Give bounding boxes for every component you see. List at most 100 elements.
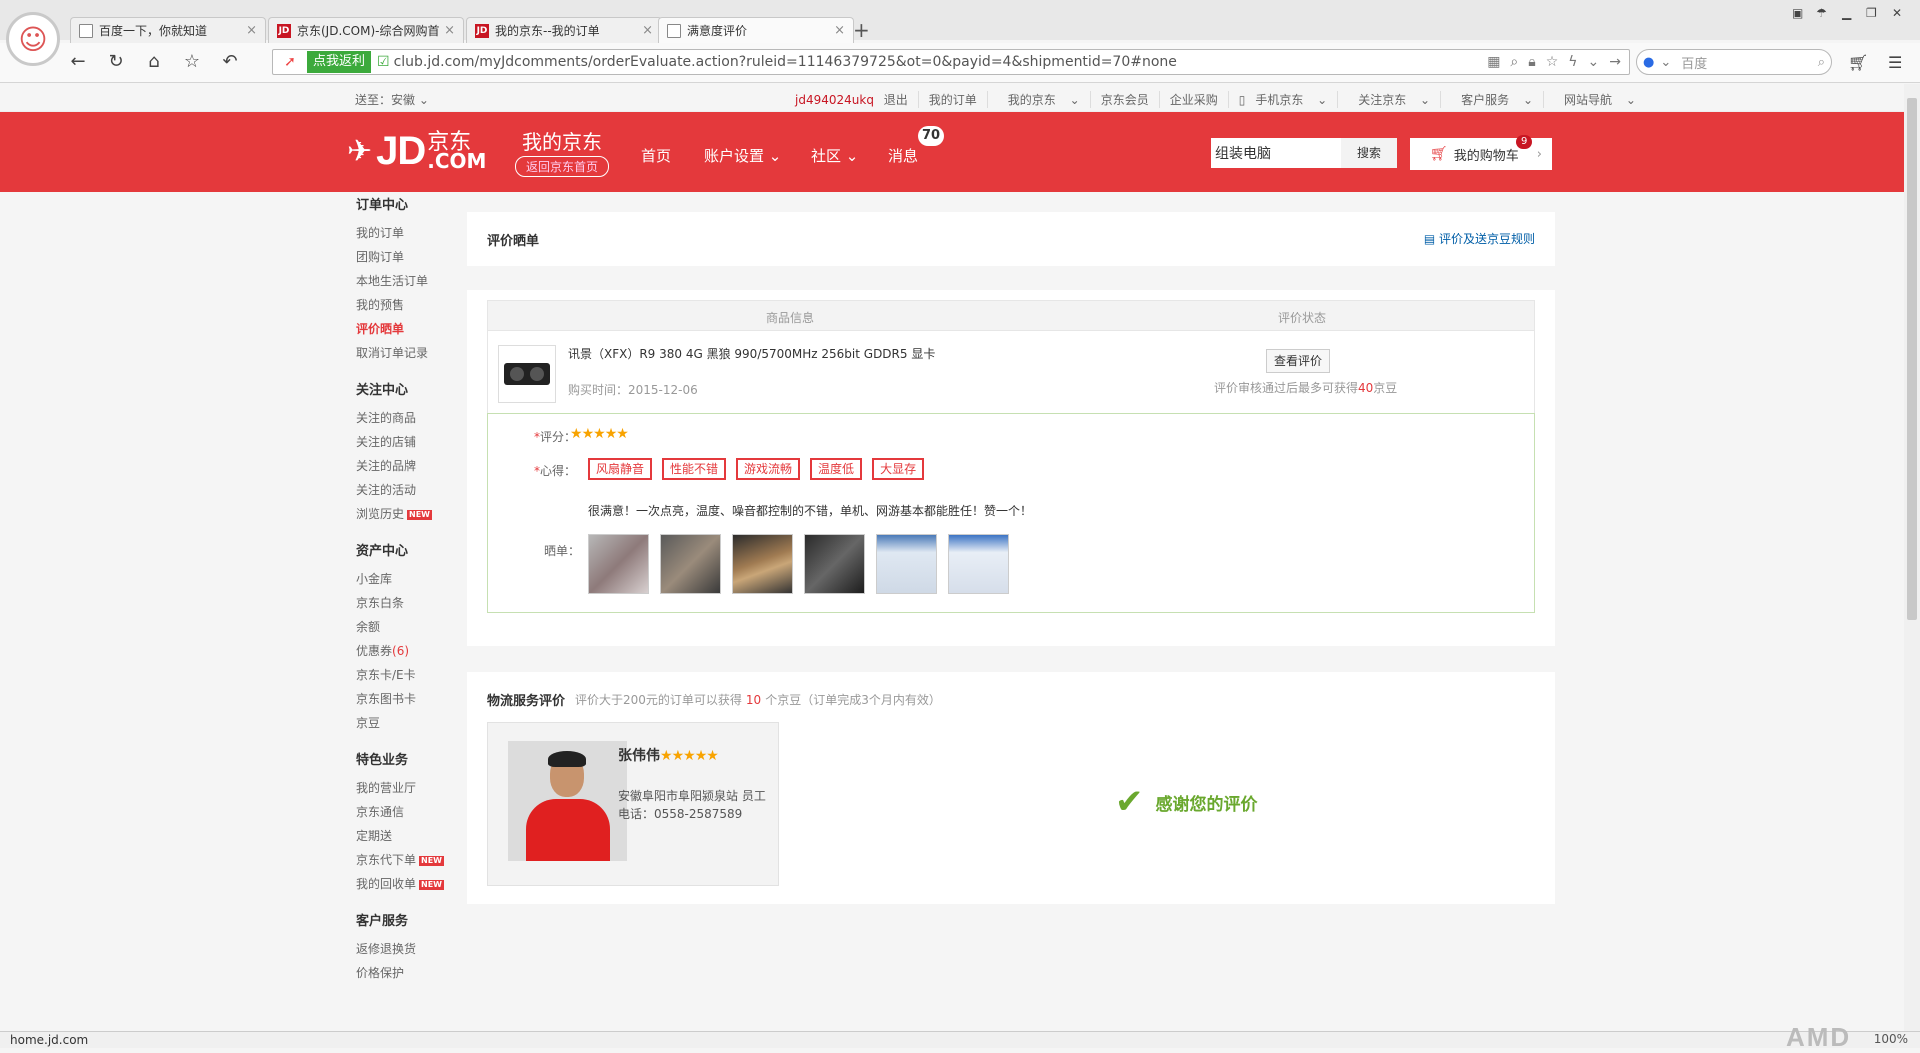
sidebar-item[interactable]: 关注的店铺 <box>356 430 456 454</box>
sidebar-item[interactable]: 关注的品牌 <box>356 454 456 478</box>
chevron-down-icon[interactable]: ⌄ <box>1660 55 1671 70</box>
sidebar-item[interactable]: 取消订单记录 <box>356 341 456 365</box>
bookmark-star-icon[interactable]: ☆ <box>1546 54 1559 70</box>
sidebar-item[interactable]: 返修退换货 <box>356 937 456 961</box>
back-home-button[interactable]: 返回京东首页 <box>515 156 610 177</box>
product-image[interactable] <box>498 345 556 403</box>
page-search-icon[interactable]: ⌕ <box>1510 54 1518 70</box>
sidebar-item[interactable]: 浏览历史 NEW <box>356 502 456 526</box>
sidebar-item[interactable]: 本地生活订单 <box>356 269 456 293</box>
search-engine-input[interactable]: 百度 <box>1681 53 1817 72</box>
sidebar-item[interactable]: 关注的商品 <box>356 406 456 430</box>
review-photo[interactable] <box>660 534 721 594</box>
review-photo[interactable] <box>588 534 649 594</box>
rocket-icon[interactable]: ➚ <box>273 54 307 70</box>
search-icon[interactable]: ⌕ <box>1818 55 1825 70</box>
star-icon: ★ <box>660 748 673 764</box>
nav-messages[interactable]: 消息 <box>888 145 918 166</box>
sidebar-item[interactable]: 我的营业厅 <box>356 776 456 800</box>
nav-account-settings[interactable]: 账户设置 ⌄ <box>704 145 781 166</box>
zoom-level[interactable]: 100% <box>1874 1032 1908 1046</box>
shortcut-follow-jd[interactable]: 关注京东 ⌄ <box>1337 91 1440 108</box>
qrcode-icon[interactable]: ▦ <box>1487 54 1500 70</box>
review-photo[interactable] <box>804 534 865 594</box>
window-tile-icon[interactable]: ▣ <box>1792 6 1803 20</box>
skin-icon[interactable]: ☂ <box>1816 6 1827 20</box>
new-tab-button[interactable]: + <box>853 18 870 42</box>
browser-tab-3[interactable]: JD 我的京东--我的订单 × <box>466 17 662 43</box>
minimize-button[interactable]: ▁ <box>1842 6 1851 20</box>
review-photo[interactable] <box>876 534 937 594</box>
home-icon[interactable]: ⌂ <box>142 51 166 72</box>
shortcut-enterprise[interactable]: 企业采购 <box>1158 91 1228 108</box>
logout-link[interactable]: 退出 <box>884 93 908 107</box>
fanli-button[interactable]: 点我返利 <box>307 51 372 73</box>
lock-icon[interactable]: 🔒︎ <box>1528 54 1535 70</box>
shortcut-customer-service[interactable]: 客户服务 ⌄ <box>1440 91 1543 108</box>
refresh-icon[interactable]: ↻ <box>104 51 128 72</box>
close-icon[interactable]: × <box>834 23 845 38</box>
nav-home[interactable]: 首页 <box>641 145 671 166</box>
restore-button[interactable]: ❐ <box>1866 6 1877 20</box>
search-engine-box[interactable]: ● ⌄ 百度 ⌕ <box>1636 49 1832 75</box>
history-undo-icon[interactable]: ↶ <box>218 51 242 72</box>
sidebar-item[interactable]: 余额 <box>356 615 456 639</box>
sidebar-item[interactable]: 京东通信 <box>356 800 456 824</box>
baidu-paw-icon[interactable]: ● <box>1643 55 1654 70</box>
sidebar-item[interactable]: 优惠券(6) <box>356 639 456 663</box>
shortcut-mobile-jd[interactable]: ▯ 手机京东 ⌄ <box>1227 91 1338 108</box>
scrollbar-thumb[interactable] <box>1907 98 1917 620</box>
shortcut-site-nav[interactable]: 网站导航 ⌄ <box>1543 91 1646 108</box>
sidebar-item[interactable]: 我的订单 <box>356 221 456 245</box>
jd-logo[interactable]: ✈ JD 京东 .COM <box>347 129 486 174</box>
cart-tool-icon[interactable]: 🛒︎ <box>1848 53 1868 72</box>
sidebar-item[interactable]: 我的回收单 NEW <box>356 872 456 896</box>
sidebar-item[interactable]: 京豆 <box>356 711 456 735</box>
close-icon[interactable]: × <box>246 23 257 38</box>
sidebar-item[interactable]: 京东代下单 NEW <box>356 848 456 872</box>
sidebar-item[interactable]: 关注的活动 <box>356 478 456 502</box>
url-text[interactable]: club.jd.com/myJdcomments/orderEvaluate.a… <box>394 54 1488 70</box>
review-photo[interactable] <box>732 534 793 594</box>
review-photo[interactable] <box>948 534 1009 594</box>
lightning-icon[interactable]: ϟ <box>1568 54 1577 70</box>
rules-link[interactable]: ▤ 评价及送京豆规则 <box>1424 230 1535 247</box>
browser-tab-1[interactable]: 百度一下，你就知道 × <box>70 17 266 43</box>
sidebar-item-label: 余额 <box>356 620 381 634</box>
shortcut-my-jd[interactable]: 我的京东 ⌄ <box>986 91 1090 108</box>
sidebar-item[interactable]: 京东卡/E卡 <box>356 663 456 687</box>
header-search-input[interactable] <box>1211 138 1341 168</box>
product-name-link[interactable]: 讯景（XFX）R9 380 4G 黑狼 990/5700MHz 256bit G… <box>568 345 935 362</box>
username-link[interactable]: jd494024ukq <box>795 93 874 107</box>
sidebar-item[interactable]: 京东图书卡 <box>356 687 456 711</box>
back-icon[interactable]: ← <box>66 51 90 72</box>
menu-icon[interactable]: ☰ <box>1888 53 1902 72</box>
sidebar-item[interactable]: 评价晒单 <box>356 317 456 341</box>
header-search-button[interactable]: 搜索 <box>1341 138 1397 168</box>
browser-tab-2[interactable]: JD 京东(JD.COM)-综合网购首 × <box>268 17 464 43</box>
shortcut-membership[interactable]: 京东会员 <box>1089 91 1159 108</box>
nav-community[interactable]: 社区 ⌄ <box>811 145 858 166</box>
page-scrollbar[interactable] <box>1904 84 1920 1031</box>
view-review-button[interactable]: 查看评价 <box>1266 349 1330 373</box>
my-jd-title[interactable]: 我的京东 <box>522 126 602 155</box>
sidebar-item[interactable]: 团购订单 <box>356 245 456 269</box>
sidebar-item[interactable]: 价格保护 <box>356 961 456 985</box>
my-cart-button[interactable]: 🛒︎ 我的购物车 9 › <box>1410 135 1552 170</box>
star-icon: ★ <box>694 748 708 764</box>
close-icon[interactable]: × <box>444 23 455 38</box>
sidebar-item[interactable]: 京东白条 <box>356 591 456 615</box>
address-bar[interactable]: ➚ 点我返利 ☑ club.jd.com/myJdcomments/orderE… <box>272 49 1630 75</box>
sidebar-item[interactable]: 小金库 <box>356 567 456 591</box>
browser-logo-icon[interactable]: ☺ <box>6 12 60 66</box>
chevron-down-icon[interactable]: ⌄ <box>1588 54 1600 70</box>
sidebar-item[interactable]: 定期送 <box>356 824 456 848</box>
close-window-button[interactable]: ✕ <box>1892 6 1902 20</box>
browser-tab-4-active[interactable]: 满意度评价 × <box>658 17 854 43</box>
forward-icon[interactable]: → <box>1609 54 1621 70</box>
location-selector[interactable]: 送至：安徽 ⌄ <box>355 91 429 108</box>
shortcut-my-orders[interactable]: 我的订单 <box>917 91 987 108</box>
sidebar-item[interactable]: 我的预售 <box>356 293 456 317</box>
close-icon[interactable]: × <box>642 23 653 38</box>
favorite-star-icon[interactable]: ☆ <box>180 51 204 72</box>
